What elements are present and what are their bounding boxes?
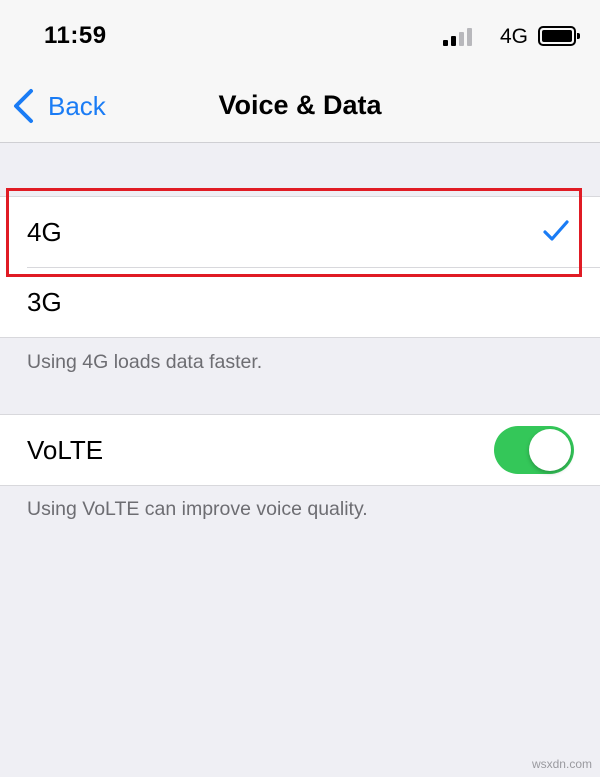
option-label: 4G bbox=[27, 216, 62, 247]
status-indicators: 4G bbox=[420, 24, 580, 48]
volte-footnote: Using VoLTE can improve voice quality. bbox=[27, 498, 368, 520]
checkmark-icon bbox=[543, 220, 569, 241]
option-label: 3G bbox=[27, 286, 62, 317]
navigation-bar: Voice & Data Back bbox=[0, 70, 600, 143]
network-type-group: 4G 3G bbox=[0, 196, 600, 338]
battery-icon bbox=[538, 26, 580, 46]
signal-bars-icon bbox=[443, 27, 473, 46]
network-footnote: Using 4G loads data faster. bbox=[27, 351, 263, 373]
back-button[interactable]: Back bbox=[12, 86, 106, 126]
option-3g-row[interactable]: 3G bbox=[0, 267, 600, 337]
back-label: Back bbox=[48, 90, 106, 121]
network-type-label: 4G bbox=[499, 25, 528, 48]
volte-group: VoLTE bbox=[0, 414, 600, 486]
status-time: 11:59 bbox=[44, 22, 107, 49]
chevron-left-icon bbox=[14, 89, 33, 123]
volte-label: VoLTE bbox=[27, 434, 104, 465]
toggle-knob bbox=[529, 429, 571, 471]
volte-toggle[interactable] bbox=[494, 426, 574, 474]
watermark: wsxdn.com bbox=[531, 757, 592, 771]
volte-row: VoLTE bbox=[0, 415, 600, 485]
status-bar: 11:59 4G bbox=[0, 0, 600, 70]
option-4g-row[interactable]: 4G bbox=[0, 197, 600, 267]
